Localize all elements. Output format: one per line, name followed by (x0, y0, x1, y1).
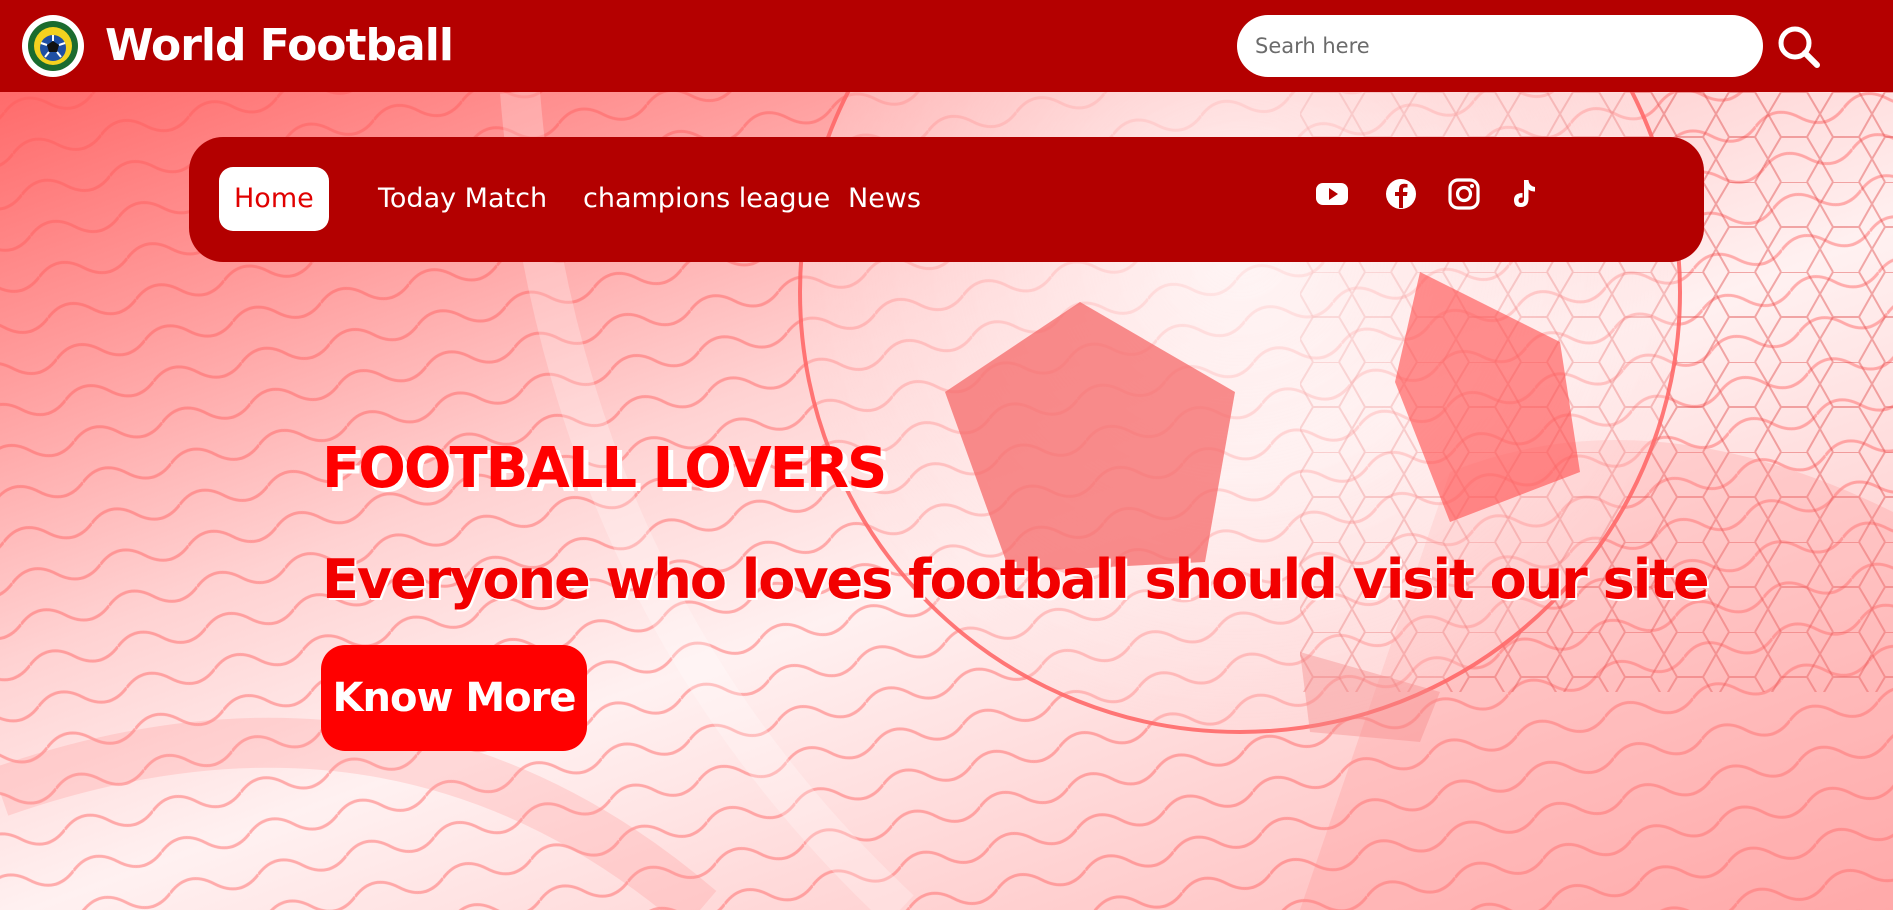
site-logo[interactable] (22, 15, 84, 77)
search-button[interactable] (1776, 24, 1822, 70)
search-input[interactable] (1237, 15, 1763, 77)
tiktok-icon[interactable] (1507, 177, 1541, 211)
site-title: World Football (105, 20, 454, 71)
youtube-icon[interactable] (1315, 177, 1349, 211)
search-icon (1778, 26, 1820, 68)
nav-item-champions-league[interactable]: champions league (583, 167, 830, 231)
nav-item-home[interactable]: Home (219, 167, 329, 231)
hero-title: FOOTBALL LOVERS (322, 436, 887, 501)
soccer-ball-icon (28, 21, 78, 71)
nav-item-news[interactable]: News (848, 167, 921, 231)
facebook-icon[interactable] (1384, 177, 1418, 211)
main-navbar: Home Today Match champions league News (189, 137, 1704, 262)
hero-subtitle: Everyone who loves football should visit… (322, 548, 1710, 611)
know-more-button[interactable]: Know More (321, 645, 587, 751)
instagram-icon[interactable] (1447, 177, 1481, 211)
top-header: World Football (0, 0, 1893, 92)
nav-item-today-match[interactable]: Today Match (378, 167, 547, 231)
